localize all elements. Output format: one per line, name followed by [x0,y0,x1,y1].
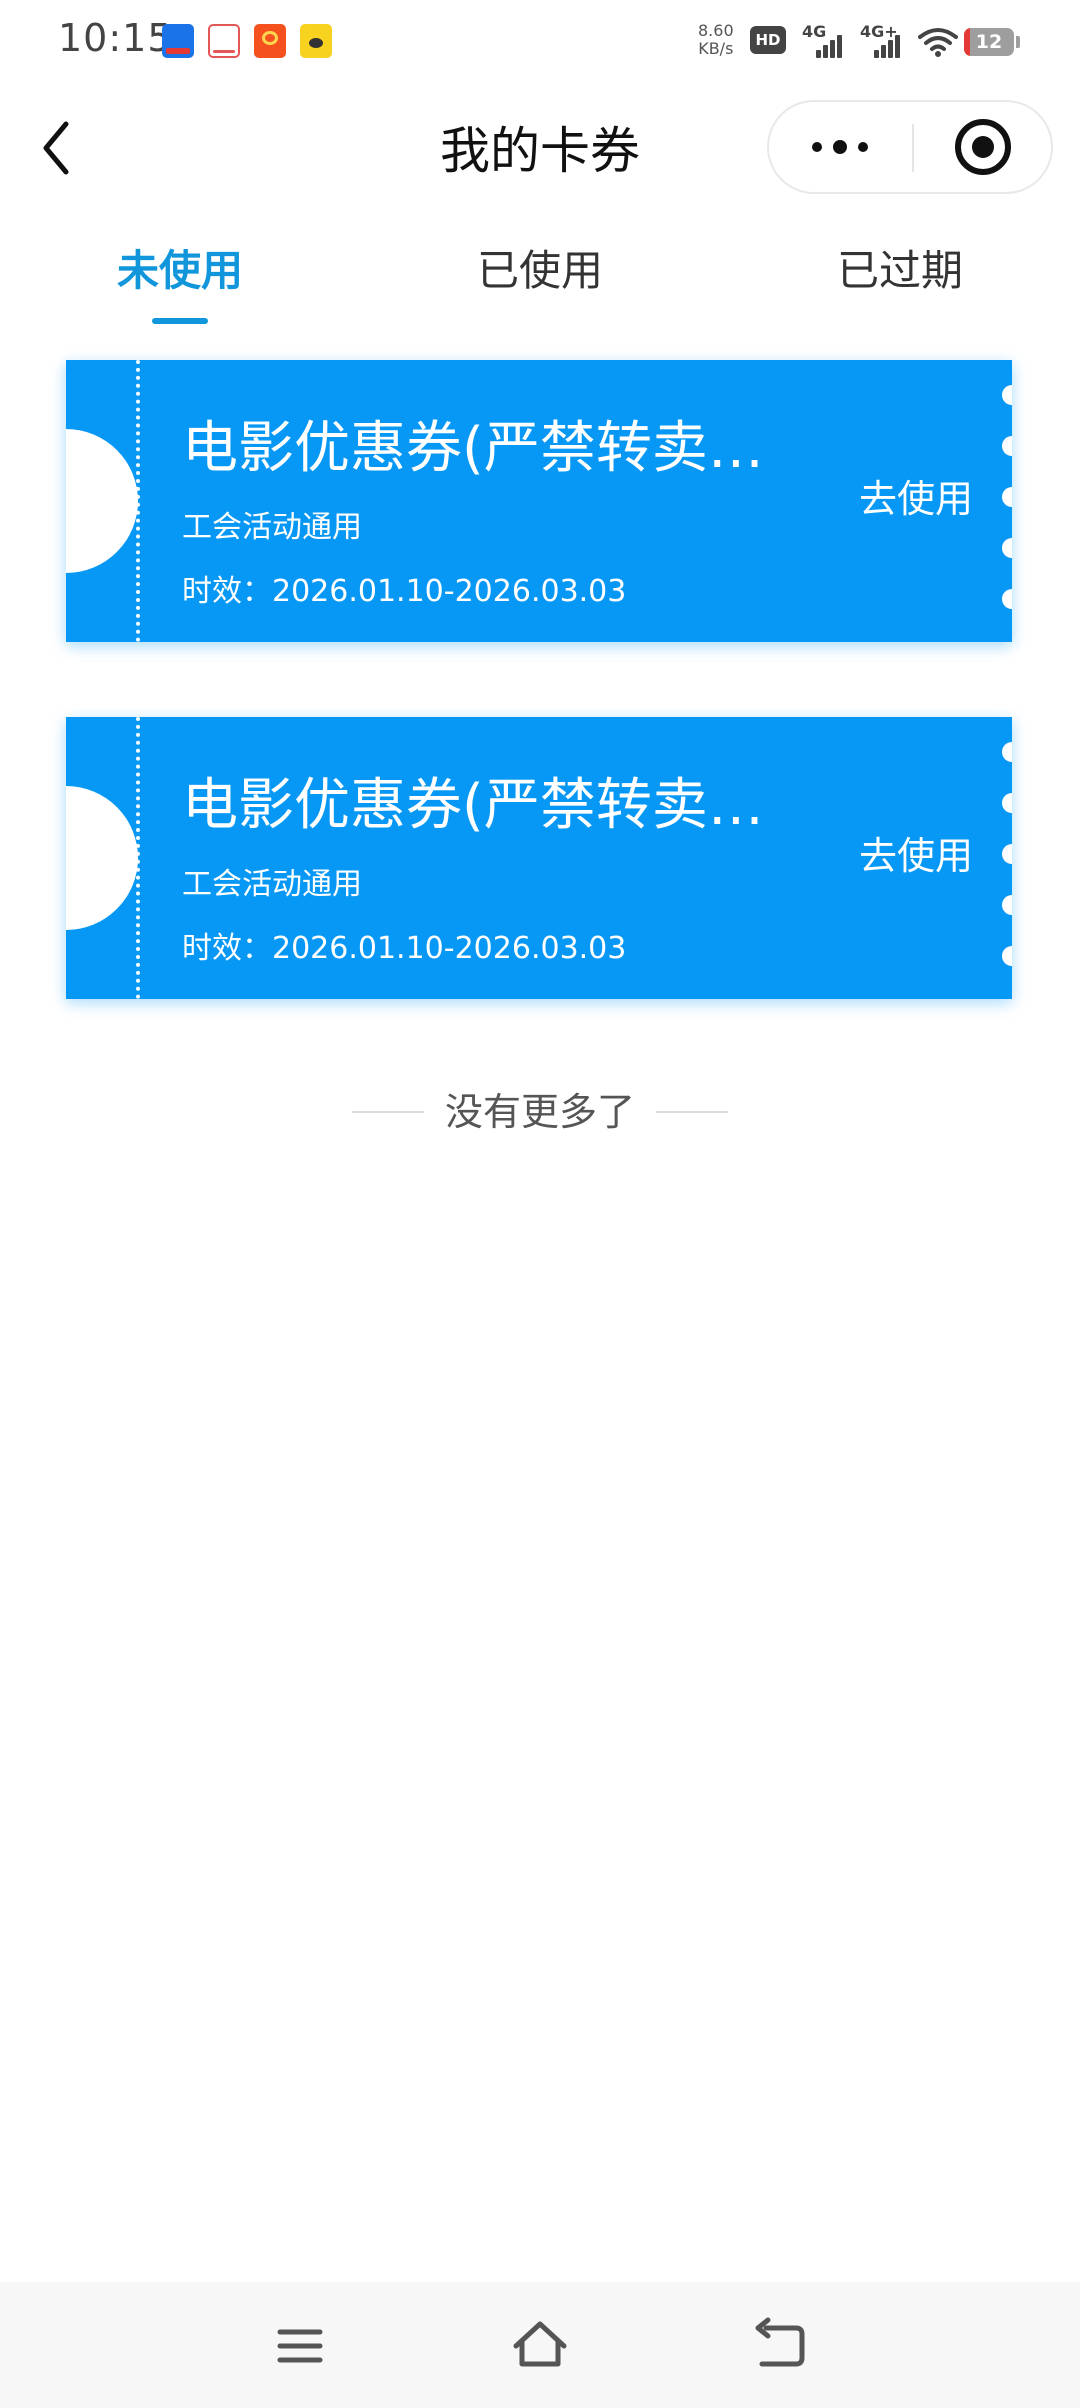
coupon-status-tabs: 未使用 已使用 已过期 [0,236,1080,326]
signal-label: 4G [802,22,827,41]
hd-badge: HD [750,26,786,54]
yellow-app-icon [300,24,332,58]
list-end-indicator: 没有更多了 [0,1082,1080,1142]
signal-strength-icon: 4G [802,22,850,58]
capsule-divider [912,124,914,172]
status-time: 10:15 [58,16,173,60]
status-bar: 10:15 8.60 KB/s HD 4G 4G+ 12 [0,0,1080,84]
system-navigation-bar [0,2282,1080,2408]
coupon-scope: 工会活动通用 [182,510,362,545]
target-close-icon[interactable] [915,102,1051,192]
perforation-line [136,360,140,642]
network-speed: 8.60 KB/s [698,22,734,58]
coupon-card[interactable]: 电影优惠券(严禁转卖… 工会活动通用 时效：2026.01.10-2026.03… [66,717,1012,999]
coupon-title: 电影优惠券(严禁转卖… [182,773,764,838]
battery-icon: 12 [964,28,1014,56]
tab-unused[interactable]: 未使用 [0,236,360,306]
active-tab-indicator [152,318,208,324]
alipay-icon [162,24,194,58]
coupon-validity: 时效：2026.01.10-2026.03.03 [182,931,627,966]
coupon-card[interactable]: 电影优惠券(严禁转卖… 工会活动通用 时效：2026.01.10-2026.03… [66,360,1012,642]
signal-label-2: 4G+ [860,22,898,41]
network-speed-value: 8.60 [698,21,734,40]
battery-level: 12 [975,31,1003,53]
menu-icon[interactable] [268,2314,332,2378]
divider-right [656,1111,728,1113]
mini-program-capsule [767,100,1053,194]
signal-strength-icon-2: 4G+ [860,22,908,58]
red-app-icon [254,24,286,58]
back-arrow-icon[interactable] [748,2314,812,2378]
my-coupons-page: 10:15 8.60 KB/s HD 4G 4G+ 12 我的卡券 未使用 已使… [0,0,1080,2408]
coupon-validity: 时效：2026.01.10-2026.03.03 [182,574,627,609]
wifi-icon [918,28,958,57]
tab-expired[interactable]: 已过期 [720,236,1080,306]
more-dots-icon[interactable] [769,102,911,192]
coupon-title: 电影优惠券(严禁转卖… [182,416,764,481]
network-speed-unit: KB/s [698,39,734,58]
use-coupon-button[interactable]: 去使用 [832,472,1000,526]
home-icon[interactable] [508,2314,572,2378]
tab-used[interactable]: 已使用 [360,236,720,306]
coupon-scope: 工会活动通用 [182,867,362,902]
perforation-line [136,717,140,999]
list-end-text: 没有更多了 [444,1090,635,1134]
cloud-app-icon [208,24,240,58]
use-coupon-button[interactable]: 去使用 [832,829,1000,883]
